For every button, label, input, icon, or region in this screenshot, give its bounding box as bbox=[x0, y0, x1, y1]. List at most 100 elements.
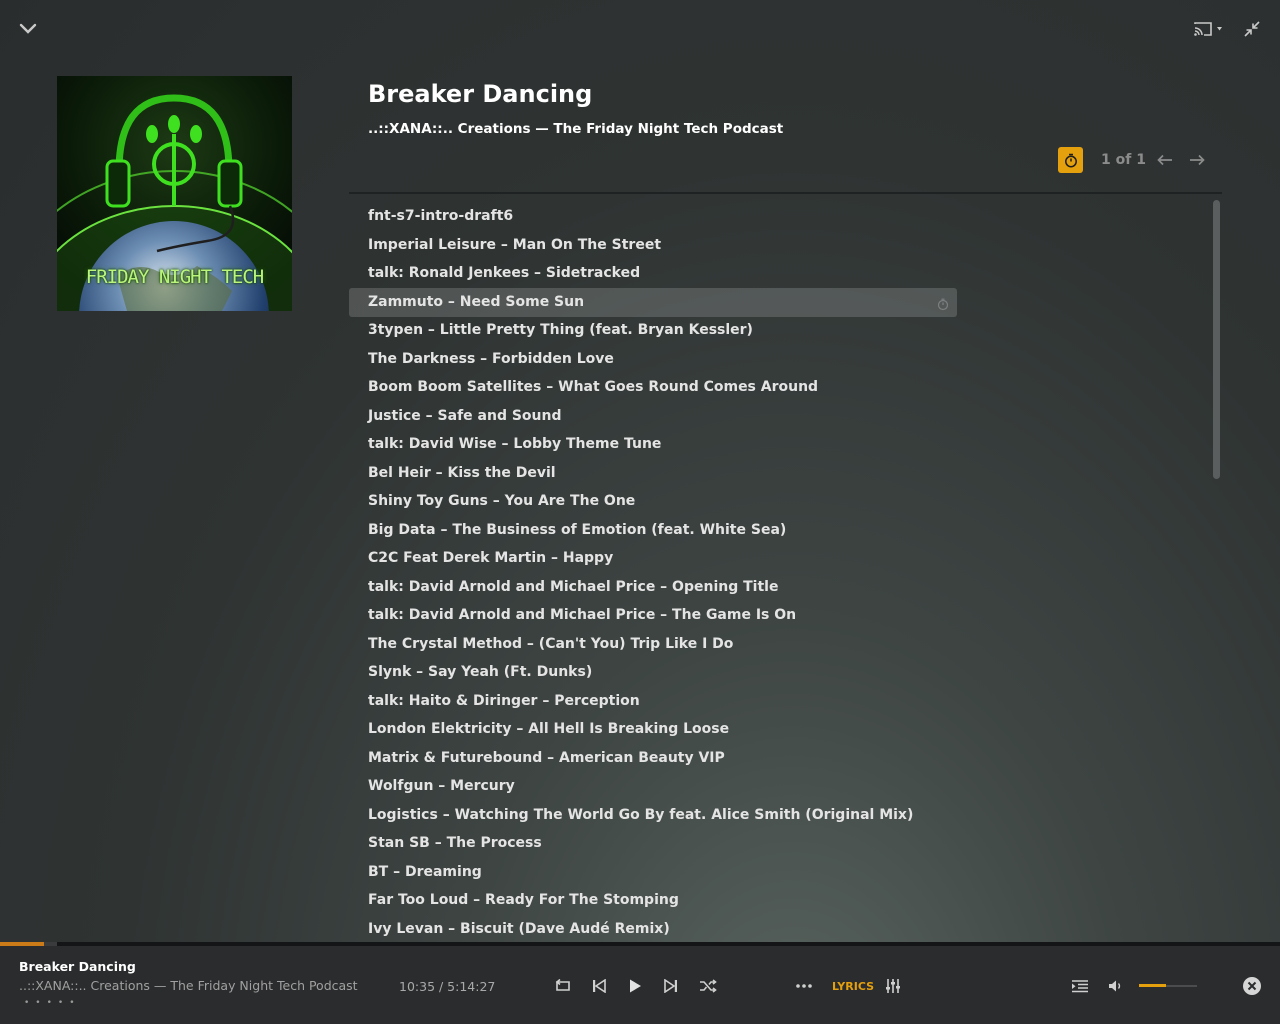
chevron-down-icon bbox=[19, 23, 37, 34]
track-title: talk: Ronald Jenkees – Sidetracked bbox=[368, 265, 641, 281]
album-artwork: FRIDAY NIGHT TECH bbox=[57, 76, 292, 311]
playlist-subtitle[interactable]: ..::XANA::.. Creations — The Friday Nigh… bbox=[368, 121, 783, 137]
previous-icon bbox=[593, 979, 606, 993]
track-row[interactable]: London Elektricity – All Hell Is Breakin… bbox=[349, 715, 957, 744]
track-title: Zammuto – Need Some Sun bbox=[368, 293, 585, 310]
lyrics-button[interactable]: LYRICS bbox=[832, 980, 874, 993]
track-row[interactable]: Slynk – Say Yeah (Ft. Dunks) bbox=[349, 658, 957, 687]
track-title: Justice – Safe and Sound bbox=[368, 407, 562, 424]
track-row[interactable]: Bel Heir – Kiss the Devil bbox=[349, 459, 957, 488]
track-title: Bel Heir – Kiss the Devil bbox=[368, 464, 556, 481]
more-options-button[interactable] bbox=[793, 975, 815, 997]
track-row[interactable]: Big Data – The Business of Emotion (feat… bbox=[349, 516, 957, 545]
track-title: Ivy Levan – Biscuit (Dave Audé Remix) bbox=[368, 920, 670, 937]
track-row[interactable]: talk: David Wise – Lobby Theme Tune bbox=[349, 430, 957, 459]
now-playing-subtitle[interactable]: ..::XANA::.. Creations — The Friday Nigh… bbox=[19, 978, 358, 993]
track-title: Imperial Leisure – Man On The Street bbox=[368, 236, 662, 253]
track-title: BT – Dreaming bbox=[368, 863, 482, 880]
track-title: fnt-s7-intro-draft6 bbox=[368, 208, 514, 224]
previous-track-button[interactable] bbox=[588, 975, 610, 997]
track-row[interactable]: Logistics – Watching The World Go By fea… bbox=[349, 801, 957, 830]
track-row[interactable]: C2C Feat Derek Martin – Happy bbox=[349, 544, 957, 573]
shuffle-icon bbox=[700, 979, 717, 993]
track-title: talk: Haito & Diringer – Perception bbox=[368, 692, 640, 709]
repeat-button[interactable] bbox=[551, 975, 575, 997]
close-player-button[interactable] bbox=[1240, 974, 1264, 998]
sleep-timer-button[interactable] bbox=[1058, 147, 1083, 173]
next-icon bbox=[664, 979, 677, 993]
more-icon bbox=[796, 984, 812, 988]
track-row[interactable]: talk: David Arnold and Michael Price – O… bbox=[349, 573, 957, 602]
minimize-icon bbox=[1244, 21, 1260, 37]
now-playing-dots: ••••• bbox=[24, 998, 81, 1008]
track-title: Matrix & Futurebound – American Beauty V… bbox=[368, 749, 725, 766]
time-display: 10:35 / 5:14:27 bbox=[399, 979, 496, 994]
timer-icon[interactable] bbox=[937, 296, 949, 315]
track-list[interactable]: fnt-s7-intro-draft6 Imperial Leisure – Ma… bbox=[349, 202, 1209, 942]
header-divider bbox=[349, 192, 1222, 194]
track-row[interactable]: talk: David Arnold and Michael Price – T… bbox=[349, 601, 957, 630]
now-playing-title[interactable]: Breaker Dancing bbox=[19, 959, 136, 974]
track-row[interactable]: BT – Dreaming bbox=[349, 858, 957, 887]
track-title: Slynk – Say Yeah (Ft. Dunks) bbox=[368, 664, 593, 680]
arrow-right-icon bbox=[1190, 154, 1205, 166]
track-title: 3typen – Little Pretty Thing (feat. Brya… bbox=[368, 322, 753, 338]
track-title: Big Data – The Business of Emotion (feat… bbox=[368, 521, 787, 538]
cast-icon bbox=[1194, 22, 1222, 36]
track-title: talk: David Wise – Lobby Theme Tune bbox=[368, 436, 662, 452]
playlist-title: Breaker Dancing bbox=[368, 80, 593, 108]
progress-fill bbox=[0, 942, 44, 946]
track-row[interactable]: Imperial Leisure – Man On The Street bbox=[349, 231, 957, 260]
track-row[interactable]: Stan SB – The Process bbox=[349, 829, 957, 858]
artwork-text: FRIDAY NIGHT TECH bbox=[85, 266, 264, 288]
play-queue-button[interactable] bbox=[1069, 975, 1091, 997]
equalizer-icon bbox=[886, 979, 900, 993]
track-row[interactable]: talk: Haito & Diringer – Perception bbox=[349, 687, 957, 716]
volume-button[interactable] bbox=[1105, 975, 1127, 997]
track-title: Stan SB – The Process bbox=[368, 835, 542, 851]
previous-page-button[interactable] bbox=[1154, 150, 1176, 170]
minimize-button[interactable] bbox=[1240, 18, 1264, 40]
progress-bar[interactable] bbox=[0, 942, 1280, 946]
track-title: Shiny Toy Guns – You Are The One bbox=[368, 493, 636, 509]
track-row[interactable]: Zammuto – Need Some Sun bbox=[349, 287, 957, 317]
track-list-scrollbar[interactable] bbox=[1213, 200, 1220, 479]
track-title: talk: David Arnold and Michael Price – O… bbox=[368, 578, 779, 595]
track-row[interactable]: Shiny Toy Guns – You Are The One bbox=[349, 487, 957, 516]
play-icon bbox=[630, 979, 641, 993]
close-icon bbox=[1243, 977, 1261, 995]
next-track-button[interactable] bbox=[660, 975, 682, 997]
track-row[interactable]: Wolfgun – Mercury bbox=[349, 772, 957, 801]
track-row[interactable]: fnt-s7-intro-draft6 bbox=[349, 202, 957, 231]
track-row[interactable]: Boom Boom Satellites – What Goes Round C… bbox=[349, 373, 957, 402]
track-title: The Crystal Method – (Can't You) Trip Li… bbox=[368, 635, 734, 652]
track-title: London Elektricity – All Hell Is Breakin… bbox=[368, 721, 730, 737]
volume-fill bbox=[1139, 984, 1167, 987]
track-row[interactable]: 3typen – Little Pretty Thing (feat. Brya… bbox=[349, 316, 957, 345]
track-row[interactable]: Matrix & Futurebound – American Beauty V… bbox=[349, 744, 957, 773]
collapse-player-button[interactable] bbox=[16, 18, 40, 40]
timer-icon bbox=[1064, 153, 1077, 167]
page-count: 1 of 1 bbox=[1101, 152, 1146, 168]
cast-button[interactable] bbox=[1192, 18, 1226, 40]
track-row[interactable]: talk: Ronald Jenkees – Sidetracked bbox=[349, 259, 957, 288]
track-title: talk: David Arnold and Michael Price – T… bbox=[368, 607, 797, 623]
queue-icon bbox=[1072, 980, 1088, 993]
progress-buffer bbox=[43, 942, 57, 946]
shuffle-button[interactable] bbox=[696, 975, 720, 997]
track-title: C2C Feat Derek Martin – Happy bbox=[368, 550, 614, 566]
track-row[interactable]: Ivy Levan – Biscuit (Dave Audé Remix) bbox=[349, 915, 957, 943]
track-title: The Darkness – Forbidden Love bbox=[368, 350, 614, 367]
arrow-left-icon bbox=[1157, 154, 1172, 166]
track-row[interactable]: The Darkness – Forbidden Love bbox=[349, 345, 957, 374]
track-title: Logistics – Watching The World Go By fea… bbox=[368, 806, 914, 823]
track-row[interactable]: Justice – Safe and Sound bbox=[349, 402, 957, 431]
track-title: Boom Boom Satellites – What Goes Round C… bbox=[368, 379, 819, 395]
next-page-button[interactable] bbox=[1186, 150, 1208, 170]
track-row[interactable]: Far Too Loud – Ready For The Stomping bbox=[349, 886, 957, 915]
play-button[interactable] bbox=[623, 974, 647, 998]
track-title: Far Too Loud – Ready For The Stomping bbox=[368, 892, 679, 908]
equalizer-button[interactable] bbox=[882, 975, 904, 997]
track-row[interactable]: The Crystal Method – (Can't You) Trip Li… bbox=[349, 630, 957, 659]
repeat-icon bbox=[555, 978, 570, 991]
